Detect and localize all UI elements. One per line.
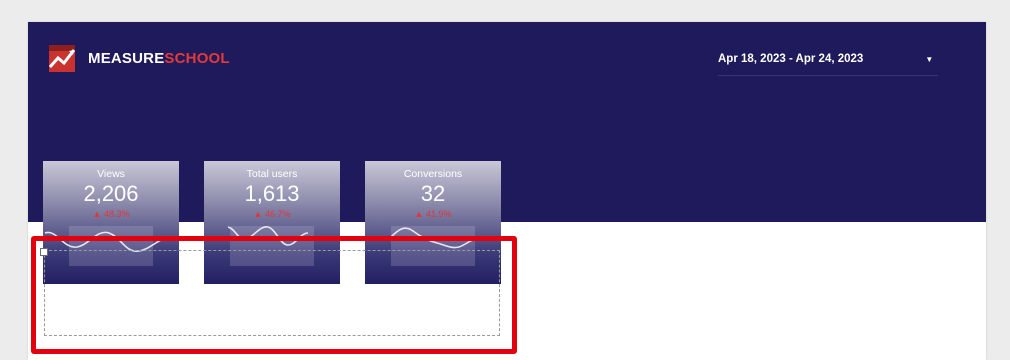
scorecard-value: 2,206 bbox=[83, 181, 139, 206]
date-range-underline bbox=[718, 75, 938, 76]
scorecard-delta: ▲ 48.3% bbox=[92, 209, 130, 219]
scorecard-value: 32 bbox=[420, 181, 446, 206]
scorecard-value: 1,613 bbox=[244, 181, 300, 206]
annotation-highlight-box bbox=[31, 236, 517, 354]
logo-text: MEASURESCHOOL bbox=[88, 49, 230, 67]
measureschool-logo: MEASURESCHOOL bbox=[46, 40, 230, 76]
report-canvas: MEASURESCHOOL Apr 18, 2023 - Apr 24, 202… bbox=[28, 22, 986, 360]
scorecard-delta: ▲ 41.9% bbox=[414, 209, 452, 219]
chart-arrow-icon bbox=[48, 45, 76, 72]
scorecard-title: Conversions bbox=[403, 168, 463, 180]
caret-down-icon: ▼ bbox=[925, 54, 934, 64]
date-range-label: Apr 18, 2023 - Apr 24, 2023 bbox=[718, 53, 864, 65]
scorecard-title: Views bbox=[97, 168, 125, 180]
date-range-selector[interactable]: Apr 18, 2023 - Apr 24, 2023 ▼ bbox=[718, 50, 933, 68]
scorecard-title: Total users bbox=[246, 168, 298, 180]
scorecard-delta: ▲ 46.7% bbox=[253, 209, 291, 219]
